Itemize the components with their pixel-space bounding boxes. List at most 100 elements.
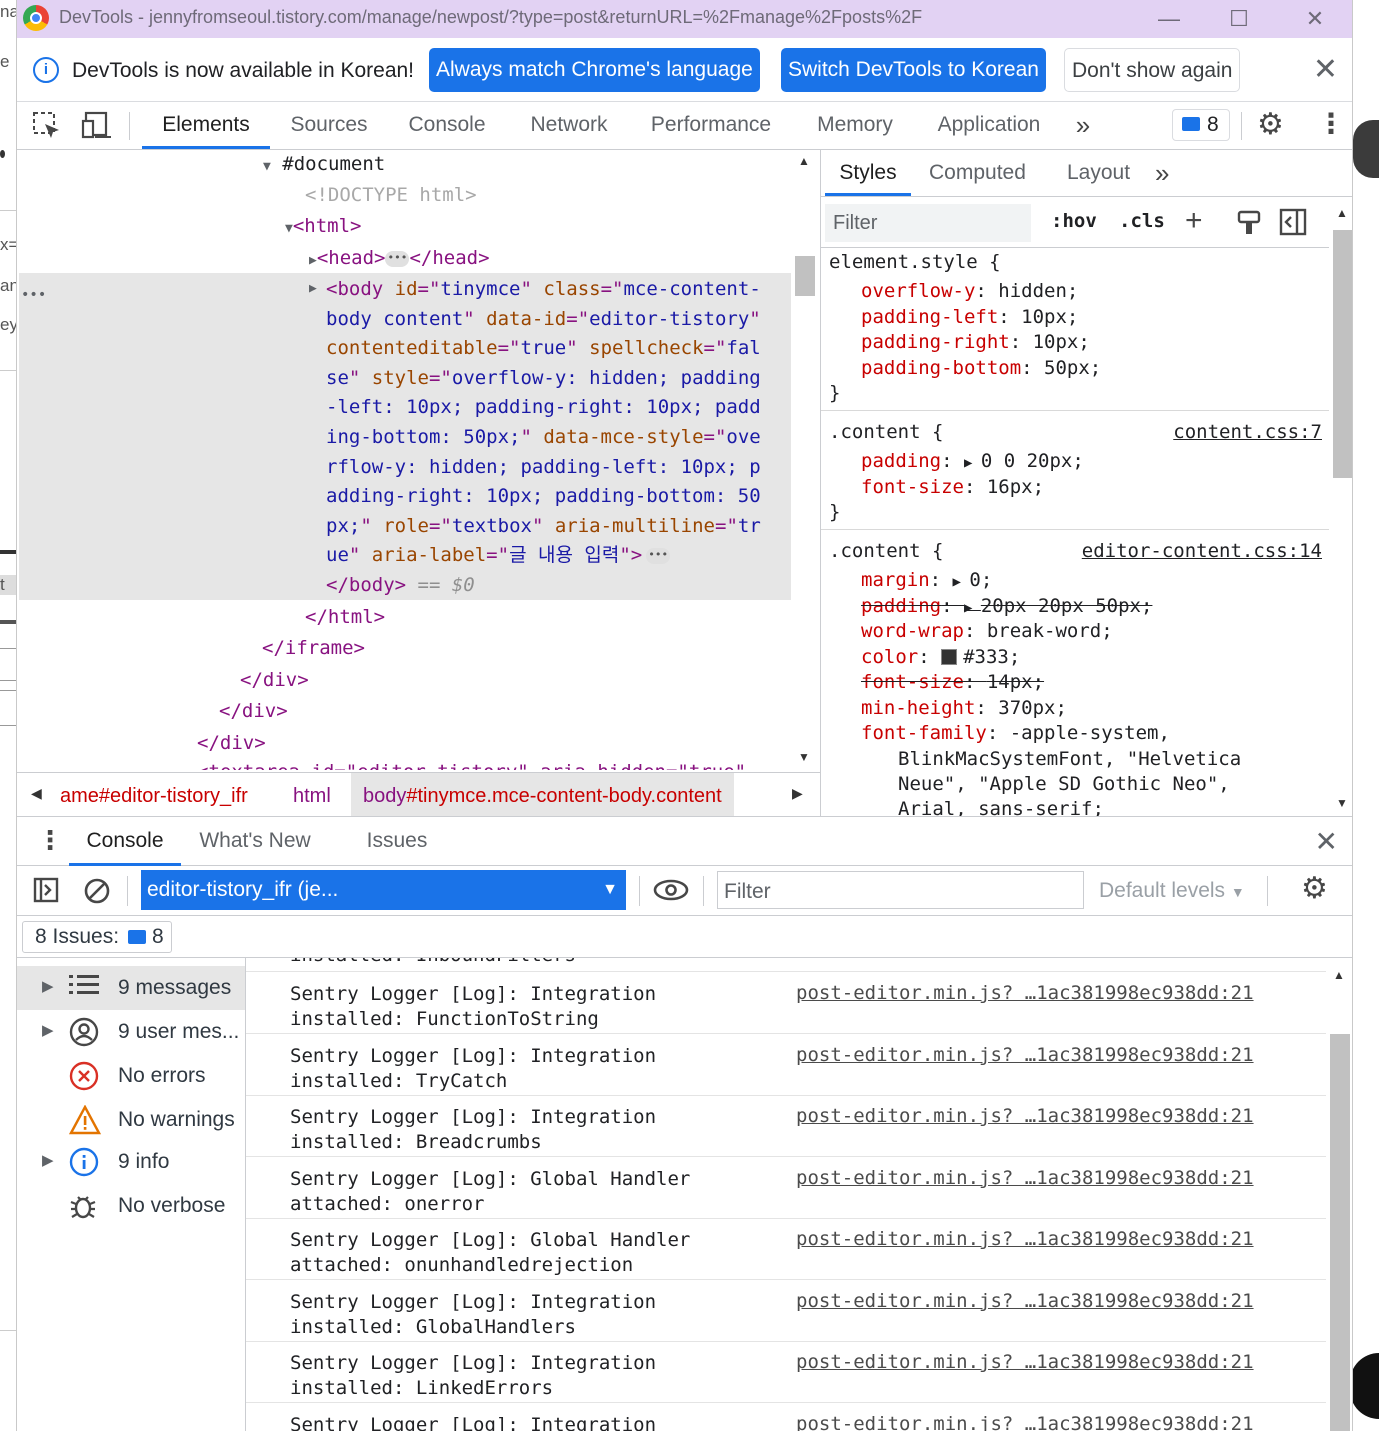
add-rule-icon[interactable]: + xyxy=(1185,204,1203,238)
expand-arrow-icon[interactable]: ▶ xyxy=(42,1151,54,1169)
tab-console[interactable]: Console xyxy=(397,102,497,149)
tab-performance[interactable]: Performance xyxy=(641,102,781,149)
console-message-row[interactable]: Sentry Logger [Log]: Integration installe… xyxy=(246,1280,1326,1342)
paint-brush-icon[interactable] xyxy=(1237,210,1261,236)
inspect-element-icon[interactable] xyxy=(31,110,63,142)
css-declaration[interactable]: overflow-y: hidden; xyxy=(861,279,1078,304)
console-message-row[interactable]: Sentry Logger [Log]: Global Handler attac… xyxy=(246,1218,1326,1280)
console-message-row[interactable]: Sentry Logger [Log]: Integration post-edi… xyxy=(246,1403,1326,1431)
sidebar-item-user[interactable]: ▶ 9 user mes... xyxy=(17,1010,245,1054)
css-declaration[interactable]: min-height: 370px; xyxy=(861,696,1067,721)
document-node[interactable]: #document xyxy=(282,153,385,175)
expand-arrow-icon[interactable]: ▼ xyxy=(263,159,271,174)
more-tabs-icon[interactable]: » xyxy=(1155,150,1169,196)
breadcrumb-item-iframe[interactable]: ame#editor-tistory_ifr xyxy=(60,785,248,808)
console-source-link[interactable]: post-editor.min.js? …1ac381998ec938dd:21 xyxy=(796,1290,1254,1312)
tab-layout[interactable]: Layout xyxy=(1067,150,1130,196)
drawer-menu-icon[interactable]: ⋮ xyxy=(37,825,63,856)
dont-show-again-button[interactable]: Don't show again xyxy=(1064,48,1241,92)
console-source-link[interactable]: post-editor.min.js? …1ac381998ec938dd:21 xyxy=(796,1228,1254,1250)
tab-application[interactable]: Application xyxy=(925,102,1053,149)
styles-filter-input[interactable]: Filter xyxy=(825,204,1031,242)
console-source-link[interactable]: post-editor.min.js? …1ac381998ec938dd:21 xyxy=(796,982,1254,1004)
console-source-link[interactable]: post-editor.min.js? …1ac381998ec938dd:21 xyxy=(796,1351,1254,1373)
tab-styles[interactable]: Styles xyxy=(825,150,911,196)
sidebar-item-info[interactable]: ▶ 9 info xyxy=(17,1140,245,1184)
console-message-row[interactable]: Sentry Logger [Log]: Global Handler attac… xyxy=(246,1157,1326,1219)
css-source-link[interactable]: content.css:7 xyxy=(1173,420,1322,445)
drawer-tab-issues[interactable]: Issues xyxy=(357,817,437,866)
drawer-tab-console[interactable]: Console xyxy=(69,817,181,866)
css-declaration[interactable]: padding-left: 10px; xyxy=(861,305,1078,330)
css-declaration[interactable]: color: #333; xyxy=(861,645,1020,670)
tab-computed[interactable]: Computed xyxy=(929,150,1026,196)
css-source-link[interactable]: editor-content.css:14 xyxy=(1082,539,1322,564)
console-message-row[interactable]: Sentry Logger [Log]: Integration installe… xyxy=(246,1341,1326,1403)
clear-console-icon[interactable] xyxy=(83,877,111,905)
hov-button[interactable]: :hov xyxy=(1051,210,1097,232)
css-selector[interactable]: .content { xyxy=(829,539,943,564)
more-options-icon[interactable]: ⋮ xyxy=(1317,107,1345,140)
drawer-tab-whats-new[interactable]: What's New xyxy=(197,817,313,866)
styles-scrollbar[interactable]: ▲ ▼ xyxy=(1329,200,1352,816)
switch-to-korean-button[interactable]: Switch DevTools to Korean xyxy=(781,48,1046,92)
css-selector[interactable]: element.style { xyxy=(829,250,1001,275)
tab-elements[interactable]: Elements xyxy=(142,102,270,149)
css-selector[interactable]: .content { xyxy=(829,420,943,445)
console-source-link[interactable]: post-editor.min.js? …1ac381998ec938dd:21 xyxy=(796,1044,1254,1066)
breadcrumb-scroll-right-icon[interactable]: ▶ xyxy=(792,785,803,802)
css-declaration[interactable]: font-family: -apple-system, xyxy=(861,721,1170,746)
breadcrumb-scroll-left-icon[interactable]: ◀ xyxy=(31,785,42,802)
css-declaration[interactable]: padding: ▶ 20px 20px 50px; xyxy=(861,594,1152,621)
close-drawer-icon[interactable]: ✕ xyxy=(1315,825,1338,858)
sidebar-item-bug[interactable]: No verbose xyxy=(17,1184,245,1228)
maximize-icon[interactable]: ☐ xyxy=(1219,5,1259,33)
expand-arrow-icon[interactable]: ▶ xyxy=(953,574,970,590)
css-declaration[interactable]: font-size: 14px; xyxy=(861,670,1044,695)
ellipsis-icon[interactable]: ••• xyxy=(385,250,410,267)
expand-arrow-icon[interactable]: ▼ xyxy=(285,221,293,236)
tab-network[interactable]: Network xyxy=(517,102,621,149)
console-message-row[interactable]: Sentry Logger [Log]: Integration installe… xyxy=(246,1095,1326,1157)
issues-counter-button[interactable]: 8 xyxy=(1172,109,1230,141)
expand-arrow-icon[interactable]: ▶ xyxy=(964,600,981,616)
tab-sources[interactable]: Sources xyxy=(281,102,377,149)
breadcrumb-item-html[interactable]: html xyxy=(293,785,331,808)
collapse-arrow-icon[interactable]: ▶ xyxy=(309,277,317,301)
css-declaration[interactable]: margin: ▶ 0; xyxy=(861,568,992,595)
cls-button[interactable]: .cls xyxy=(1119,210,1165,232)
sidebar-item-warning[interactable]: No warnings xyxy=(17,1098,245,1142)
issues-link[interactable]: 8 Issues: 8 xyxy=(22,921,172,953)
settings-gear-icon[interactable]: ⚙ xyxy=(1257,107,1284,142)
html-node[interactable]: <html> xyxy=(293,215,362,237)
css-declaration[interactable]: padding-bottom: 50px; xyxy=(861,356,1101,381)
console-settings-gear-icon[interactable]: ⚙ xyxy=(1301,871,1328,906)
node-ellipsis[interactable]: ••• xyxy=(21,283,46,307)
css-declaration[interactable]: word-wrap: break-word; xyxy=(861,619,1113,644)
elements-scrollbar[interactable]: ▲ ▼ xyxy=(791,150,819,770)
sidebar-toggle-icon[interactable] xyxy=(33,877,59,903)
console-source-link[interactable]: post-editor.min.js? …1ac381998ec938dd:21 xyxy=(796,1105,1254,1127)
log-levels-dropdown[interactable]: Default levels ▼ xyxy=(1099,879,1245,903)
css-declaration[interactable]: padding-right: 10px; xyxy=(861,330,1090,355)
sidebar-item-list[interactable]: ▶ 9 messages xyxy=(17,966,245,1010)
toggle-sidebar-icon[interactable] xyxy=(1279,208,1307,236)
device-toggle-icon[interactable] xyxy=(81,110,115,142)
console-message-row[interactable]: Sentry Logger [Log]: Integration installe… xyxy=(246,1034,1326,1096)
close-icon[interactable]: ✕ xyxy=(1295,5,1335,33)
tab-memory[interactable]: Memory xyxy=(803,102,907,149)
console-source-link[interactable]: post-editor.min.js? …1ac381998ec938dd:21 xyxy=(796,1167,1254,1189)
head-node[interactable]: <head> xyxy=(317,247,386,269)
collapse-arrow-icon[interactable]: ▶ xyxy=(309,253,317,268)
expand-arrow-icon[interactable]: ▶ xyxy=(42,977,54,995)
expand-arrow-icon[interactable]: ▶ xyxy=(964,455,981,471)
ellipsis-icon[interactable]: ••• xyxy=(646,547,671,564)
color-swatch[interactable] xyxy=(941,648,958,665)
textarea-node[interactable]: <textarea id="editor-tistory" aria-hidde… xyxy=(197,760,746,770)
breadcrumb-item-body[interactable]: body#tinymce.mce-content-body.content xyxy=(351,773,734,817)
css-declaration[interactable]: font-size: 16px; xyxy=(861,475,1044,500)
minimize-icon[interactable]: — xyxy=(1149,5,1189,33)
console-scrollbar[interactable]: ▲ xyxy=(1326,958,1352,1431)
doctype-node[interactable]: <!DOCTYPE html> xyxy=(305,183,477,207)
live-expression-eye-icon[interactable] xyxy=(653,878,689,902)
